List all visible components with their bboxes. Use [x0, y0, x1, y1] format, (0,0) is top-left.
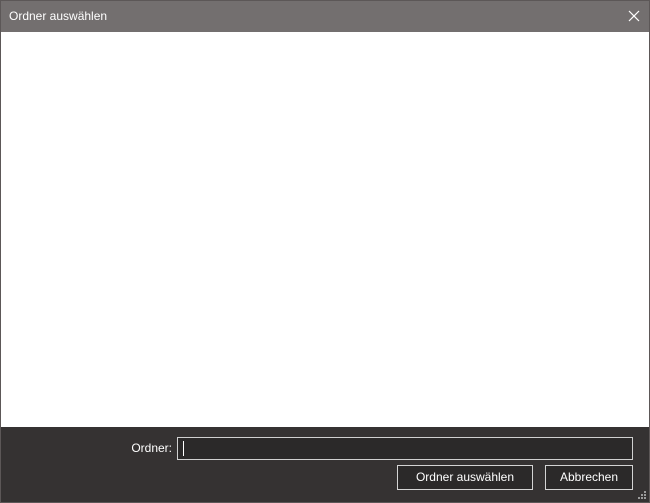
folder-input[interactable] — [177, 437, 633, 460]
dialog-title: Ordner auswählen — [9, 9, 108, 23]
select-folder-button[interactable]: Ordner auswählen — [397, 465, 533, 490]
folder-picker-dialog: Ordner auswählen Ordner: Ordner auswähle… — [0, 0, 650, 503]
folder-label: Ordner: — [131, 441, 172, 455]
close-icon — [628, 10, 640, 22]
resize-grip-icon[interactable] — [637, 490, 646, 499]
title-bar[interactable]: Ordner auswählen — [1, 1, 649, 32]
text-caret — [183, 441, 184, 456]
dialog-footer: Ordner: Ordner auswählen Abbrechen — [1, 427, 649, 502]
folder-browser-area[interactable] — [1, 32, 649, 427]
cancel-button[interactable]: Abbrechen — [545, 465, 633, 490]
close-button[interactable] — [619, 1, 649, 32]
